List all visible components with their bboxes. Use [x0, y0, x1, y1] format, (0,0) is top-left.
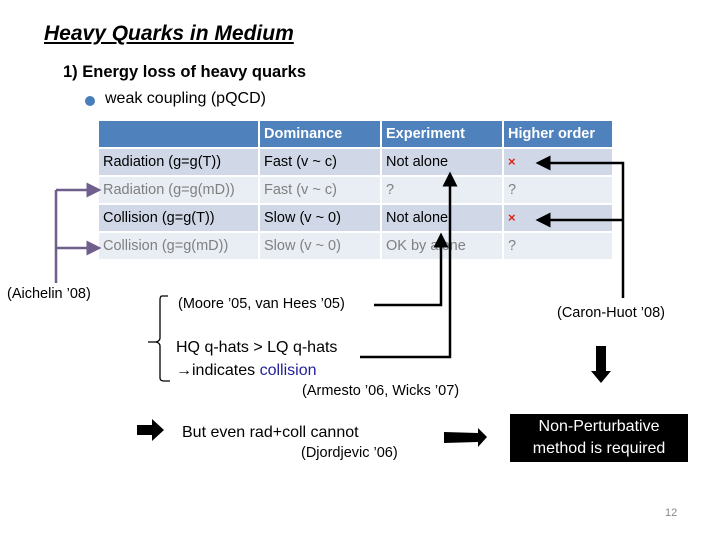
citation-aichelin: (Aichelin ’08)	[7, 286, 91, 302]
hq-qhats-text: HQ q-hats > LQ q-hats	[176, 339, 338, 356]
citation-caron-huot: (Caron-Huot ’08)	[557, 305, 665, 321]
moore-connector	[374, 232, 449, 307]
indicates-collision-text: →indicates collision	[176, 362, 317, 380]
collision-highlight: collision	[259, 362, 317, 379]
block-arrow-down-icon	[591, 346, 611, 383]
citation-djordjevic: (Djordjevic ’06)	[301, 445, 398, 461]
page-number: 12	[665, 507, 678, 519]
aichelin-bracket	[54, 182, 102, 283]
armesto-connector	[360, 171, 458, 359]
but-even-text: But even rad+coll cannot	[182, 424, 359, 441]
citation-armesto: (Armesto ’06, Wicks ’07)	[302, 383, 460, 399]
conclusion-line-2: method is required	[532, 440, 666, 457]
block-arrow-right-icon	[137, 419, 164, 441]
caron-huot-connector	[535, 155, 625, 298]
conclusion-box: Non-Perturbative method is required	[510, 414, 688, 462]
indicates-prefix: →indicates	[176, 362, 260, 379]
block-arrow-right-icon-2	[444, 428, 487, 447]
citation-moore: (Moore ’05, van Hees ’05)	[178, 296, 345, 312]
curly-brace	[148, 295, 170, 382]
conclusion-line-1: Non-Perturbative	[538, 418, 660, 435]
